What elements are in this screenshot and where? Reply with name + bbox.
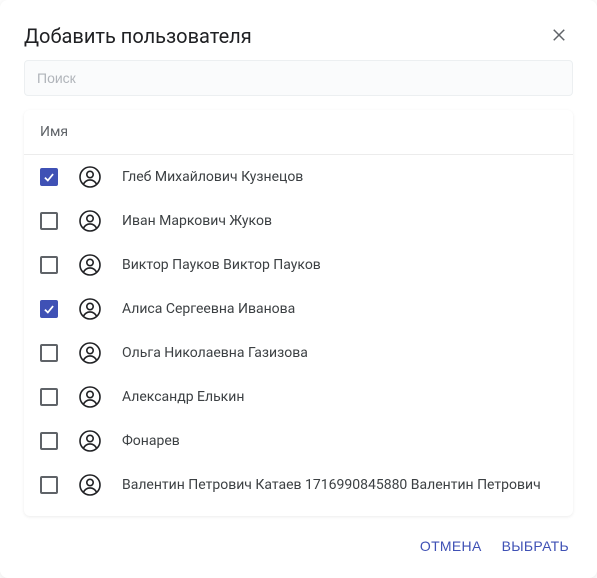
user-row[interactable]: Валентин Петрович Катаев 1716990845880 В… [24, 463, 573, 507]
user-row[interactable]: Иван Маркович Жуков [24, 199, 573, 243]
cancel-button[interactable]: ОТМЕНА [416, 532, 486, 560]
user-name: Глеб Михайлович Кузнецов [122, 169, 303, 185]
user-name: Валентин Петрович Катаев 1716990845880 В… [122, 477, 541, 493]
user-checkbox[interactable] [40, 256, 58, 274]
user-name: Виктор Пауков Виктор Пауков [122, 257, 321, 273]
person-icon [78, 253, 102, 277]
user-row[interactable]: Глеб Михайлович Кузнецов [24, 155, 573, 199]
user-checkbox[interactable] [40, 300, 58, 318]
user-checkbox[interactable] [40, 432, 58, 450]
search-input[interactable] [24, 60, 573, 96]
user-name: Фонарев [122, 433, 180, 449]
dialog-footer: ОТМЕНА ВЫБРАТЬ [0, 516, 597, 578]
close-button[interactable] [545, 22, 573, 50]
column-header-name: Имя [24, 110, 573, 155]
user-checkbox[interactable] [40, 388, 58, 406]
user-list-panel: Имя Глеб Михайлович Кузнецов Иван Маркови… [24, 110, 573, 516]
search-wrap [0, 60, 597, 110]
close-icon [550, 26, 568, 47]
user-name: Иван Маркович Жуков [122, 213, 272, 229]
user-row[interactable]: Ольга Николаевна Газизова [24, 331, 573, 375]
user-checkbox[interactable] [40, 168, 58, 186]
user-row[interactable]: Виктор Пауков Виктор Пауков [24, 243, 573, 287]
person-icon [78, 341, 102, 365]
user-checkbox[interactable] [40, 212, 58, 230]
add-user-dialog: Добавить пользователя Имя Глеб Михайлови… [0, 0, 597, 578]
person-icon [78, 385, 102, 409]
user-row[interactable]: Алиса Сергеевна Иванова [24, 287, 573, 331]
user-name: Ольга Николаевна Газизова [122, 345, 308, 361]
user-checkbox[interactable] [40, 476, 58, 494]
person-icon [78, 429, 102, 453]
user-list-scroll[interactable]: Глеб Михайлович Кузнецов Иван Маркович Жу… [24, 155, 573, 516]
user-name: Александр Елькин [122, 389, 244, 405]
user-row[interactable]: Александр Елькин [24, 375, 573, 419]
dialog-title: Добавить пользователя [24, 24, 252, 48]
person-icon [78, 165, 102, 189]
user-row[interactable]: Фонарев [24, 419, 573, 463]
person-icon [78, 209, 102, 233]
user-checkbox[interactable] [40, 344, 58, 362]
person-icon [78, 473, 102, 497]
user-name: Алиса Сергеевна Иванова [122, 301, 295, 317]
person-icon [78, 297, 102, 321]
select-button[interactable]: ВЫБРАТЬ [498, 532, 573, 560]
dialog-header: Добавить пользователя [0, 0, 597, 60]
